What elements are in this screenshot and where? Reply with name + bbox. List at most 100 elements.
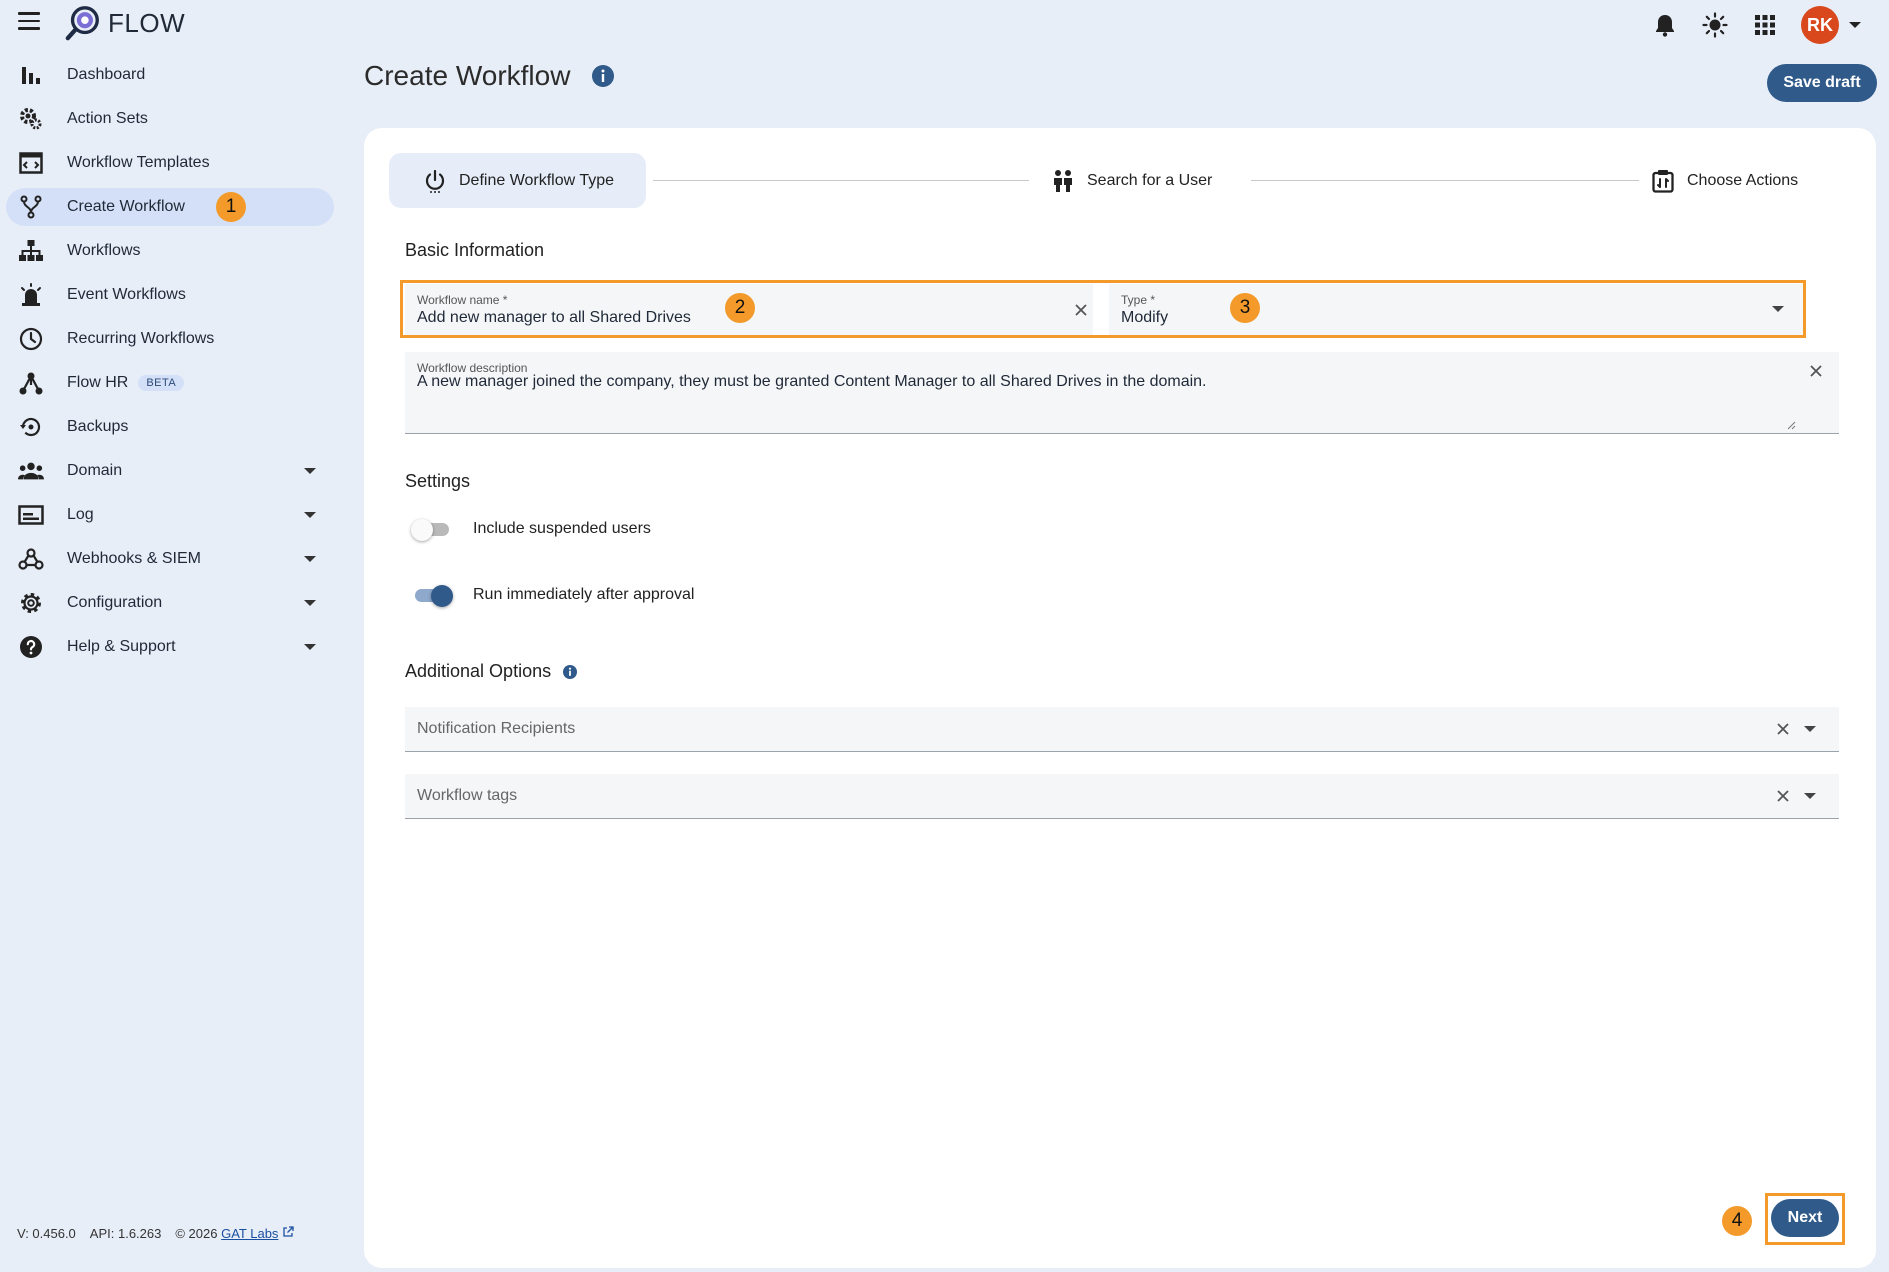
webhook-icon (18, 546, 44, 572)
sidebar-item-label: Dashboard (67, 66, 146, 83)
step-connector (653, 180, 1029, 181)
sidebar-item-workflow-templates[interactable]: Workflow Templates (6, 144, 334, 182)
sidebar: Dashboard Action Sets Workflow Templates… (0, 56, 340, 672)
highlight-box (400, 280, 1806, 338)
company-link[interactable]: GAT Labs (221, 1226, 278, 1241)
sidebar-item-label: Action Sets (67, 110, 148, 127)
additional-options-heading: Additional Options (405, 661, 578, 682)
sidebar-item-flow-hr[interactable]: Flow HR BETA (6, 364, 334, 402)
clear-icon[interactable] (1774, 720, 1792, 738)
expand-caret-icon[interactable] (304, 556, 316, 562)
basic-information-heading: Basic Information (405, 240, 545, 260)
sidebar-item-create-workflow[interactable]: Create Workflow 1 (6, 188, 334, 226)
sidebar-item-action-sets[interactable]: Action Sets (6, 100, 334, 138)
sidebar-item-domain[interactable]: Domain (6, 452, 334, 490)
run-immediately-toggle[interactable] (411, 584, 453, 607)
notification-recipients-select[interactable]: Notification Recipients (405, 707, 1839, 752)
sidebar-item-backups[interactable]: Backups (6, 408, 334, 446)
clock-icon (18, 326, 44, 352)
menu-icon[interactable] (18, 12, 40, 32)
log-icon (18, 502, 44, 528)
page-title: Create Workflow (364, 60, 571, 91)
sidebar-item-recurring-workflows[interactable]: Recurring Workflows (6, 320, 334, 358)
sidebar-item-label: Event Workflows (67, 286, 186, 303)
next-button[interactable]: Next (1771, 1199, 1839, 1237)
clear-icon[interactable] (1774, 787, 1792, 805)
expand-caret-icon[interactable] (304, 600, 316, 606)
clear-icon[interactable] (1807, 362, 1825, 380)
create-workflow-card: Define Workflow Type Search for a User C… (364, 128, 1876, 1268)
backup-icon (18, 414, 44, 440)
actions-icon (1651, 169, 1675, 193)
sidebar-item-dashboard[interactable]: Dashboard (6, 56, 334, 94)
step-define-workflow-type[interactable]: Define Workflow Type (389, 153, 647, 208)
sidebar-item-label: Recurring Workflows (67, 330, 215, 347)
save-draft-button[interactable]: Save draft (1767, 64, 1877, 102)
top-bar: FLOW RK (0, 0, 1889, 44)
settings-heading: Settings (405, 471, 471, 491)
sidebar-item-event-workflows[interactable]: Event Workflows (6, 276, 334, 314)
sidebar-item-label: Workflow Templates (67, 154, 210, 171)
flow-logo-icon (65, 6, 99, 41)
hierarchy-icon (18, 238, 44, 264)
step-choose-actions[interactable]: Choose Actions (1651, 153, 1798, 208)
sidebar-item-label: Create Workflow (67, 198, 185, 215)
bar-chart-icon (18, 62, 44, 88)
toggle-label: Include suspended users (473, 520, 651, 537)
workflow-description-value[interactable]: A new manager joined the company, they m… (417, 373, 1207, 391)
network-icon (18, 370, 44, 396)
sidebar-item-label: Webhooks & SIEM (67, 550, 201, 567)
run-immediately-row: Run immediately after approval (411, 584, 695, 607)
bell-icon[interactable] (1651, 11, 1679, 39)
version-text: V: 0.456.0 (17, 1226, 76, 1241)
workflow-tags-placeholder: Workflow tags (417, 787, 518, 804)
workflow-tags-select[interactable]: Workflow tags (405, 774, 1839, 819)
api-version-text: API: 1.6.263 (89, 1226, 162, 1241)
external-link-icon (283, 1226, 294, 1237)
fork-icon (18, 194, 44, 220)
user-avatar[interactable]: RK (1801, 6, 1839, 44)
sidebar-item-label: Backups (67, 418, 129, 435)
step-label: Choose Actions (1687, 171, 1799, 189)
expand-caret-icon[interactable] (304, 512, 316, 518)
chevron-down-icon[interactable] (1804, 726, 1816, 732)
sidebar-item-label: Help & Support (67, 638, 176, 655)
additional-options-title: Additional Options (405, 661, 552, 681)
notification-recipients-placeholder: Notification Recipients (417, 720, 576, 737)
beta-badge: BETA (138, 375, 185, 391)
include-suspended-toggle[interactable] (411, 518, 451, 541)
page-header: Create Workflow (364, 60, 615, 92)
step-label: Search for a User (1087, 171, 1213, 189)
sidebar-item-webhooks-siem[interactable]: Webhooks & SIEM (6, 540, 334, 578)
gear-icon (18, 590, 44, 616)
sidebar-item-label: Workflows (67, 242, 141, 259)
workflow-description-field[interactable]: Workflow description A new manager joine… (405, 352, 1839, 434)
info-icon[interactable] (563, 664, 578, 679)
apps-grid-icon[interactable] (1751, 11, 1779, 39)
info-icon[interactable] (592, 65, 615, 87)
template-icon (18, 150, 44, 176)
sidebar-item-log[interactable]: Log (6, 496, 334, 534)
sidebar-item-label: Configuration (67, 594, 163, 611)
include-suspended-row: Include suspended users (411, 518, 651, 541)
step-search-for-a-user[interactable]: Search for a User (1051, 153, 1212, 208)
sidebar-item-help-support[interactable]: Help & Support (6, 628, 334, 666)
expand-caret-icon[interactable] (304, 468, 316, 474)
theme-sun-icon[interactable] (1701, 11, 1729, 39)
step-label: Define Workflow Type (459, 171, 615, 189)
app-logo[interactable]: FLOW (64, 4, 185, 42)
account-menu-caret-icon[interactable] (1849, 22, 1861, 28)
people-icon (18, 458, 44, 484)
sidebar-item-workflows[interactable]: Workflows (6, 232, 334, 270)
step-badge: 1 (216, 192, 246, 222)
toggle-label: Run immediately after approval (473, 586, 695, 603)
power-icon (423, 169, 447, 193)
step-connector (1251, 180, 1639, 181)
resize-handle-icon[interactable] (1786, 420, 1796, 430)
copyright-text: © 2026 (175, 1226, 218, 1241)
sidebar-footer: V: 0.456.0 API: 1.6.263 © 2026 GAT Labs (17, 1226, 294, 1241)
chevron-down-icon[interactable] (1804, 793, 1816, 799)
stepper: Define Workflow Type Search for a User C… (389, 153, 1869, 208)
sidebar-item-configuration[interactable]: Configuration (6, 584, 334, 622)
expand-caret-icon[interactable] (304, 644, 316, 650)
